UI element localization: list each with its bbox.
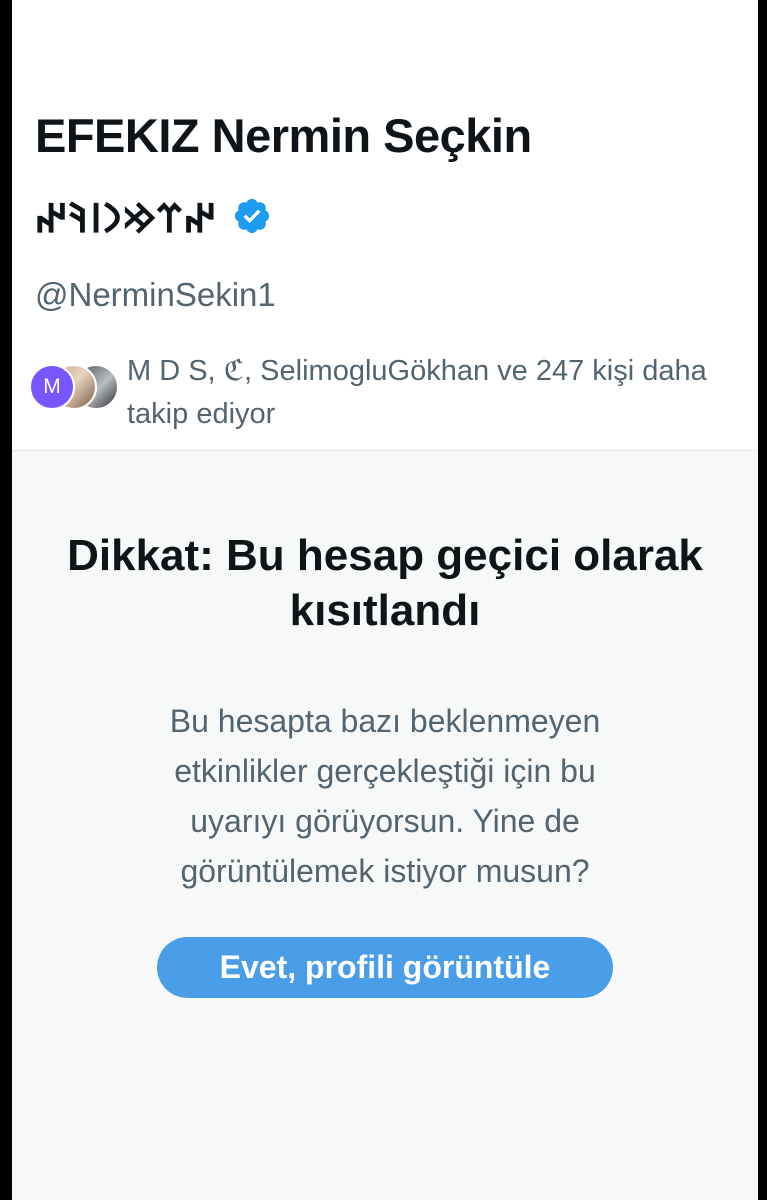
follower-avatars[interactable]: M	[29, 364, 119, 414]
avatar[interactable]: M	[29, 364, 75, 410]
runic-name: 𐰤𐰼𐰢𐰣𐰾𐰚𐰤	[35, 195, 218, 242]
followers-you-know[interactable]: M M D S, ℭ, SelimogluGökhan ve 247 kişi …	[29, 350, 749, 430]
view-profile-button[interactable]: Evet, profili görüntüle	[157, 937, 613, 998]
profile-screen: EFEKIZ Nermin Seçkin 𐰤𐰼𐰢𐰣𐰾𐰚𐰤 @NerminSeki…	[12, 0, 758, 1200]
display-name: EFEKIZ Nermin Seçkin	[35, 109, 532, 162]
followers-you-know-text[interactable]: M D S, ℭ, SelimogluGökhan ve 247 kişi da…	[127, 350, 747, 436]
warning-message: Bu hesapta bazı beklenmeyen etkinlikler …	[169, 703, 601, 889]
warning-title: Dikkat: Bu hesap geçici olarak kısıtland…	[67, 531, 703, 635]
profile-header: EFEKIZ Nermin Seçkin 𐰤𐰼𐰢𐰣𐰾𐰚𐰤 @NerminSeki…	[12, 0, 758, 451]
name-secondary-line: 𐰤𐰼𐰢𐰣𐰾𐰚𐰤	[35, 188, 272, 244]
profile-handle: @NerminSekin1	[35, 276, 276, 313]
verified-badge-icon	[234, 198, 270, 234]
